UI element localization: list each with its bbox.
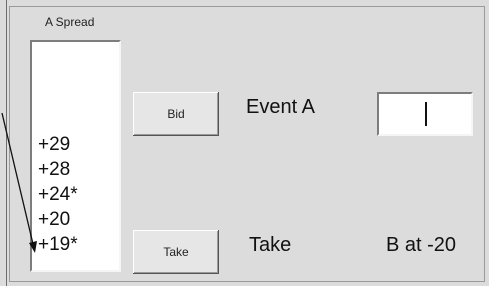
pointer-arrow (1, 112, 37, 253)
arrow-line (1, 112, 34, 245)
arrow-head-icon (29, 241, 37, 253)
